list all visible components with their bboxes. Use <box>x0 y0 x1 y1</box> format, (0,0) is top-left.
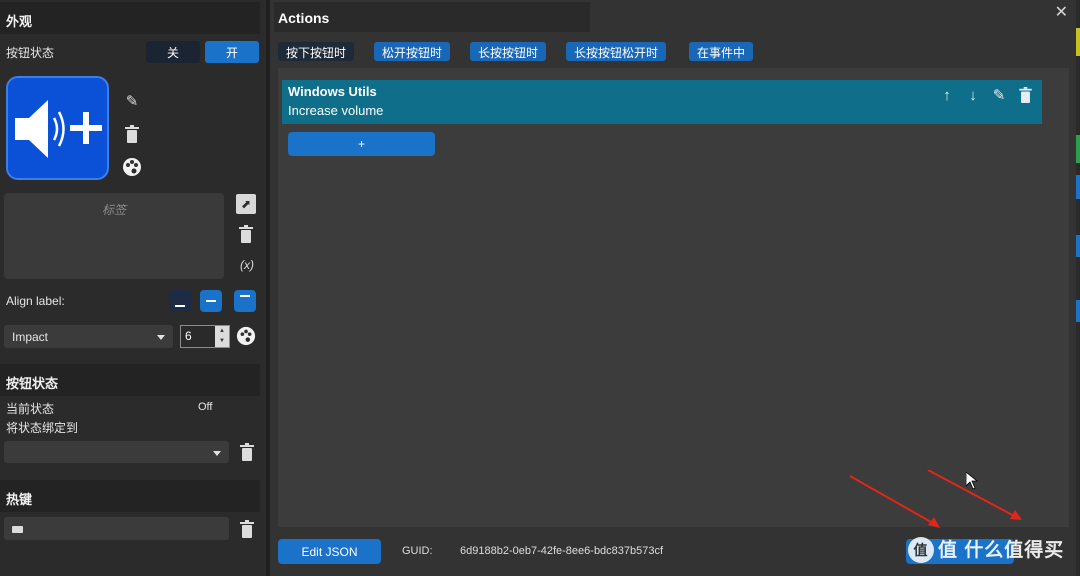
font-size-value: 6 <box>185 329 192 343</box>
align-top-button[interactable] <box>234 290 256 312</box>
tab-key-up[interactable]: 松开按钮时 <box>374 42 451 61</box>
font-select[interactable]: Impact <box>4 325 173 348</box>
trash-icon[interactable] <box>1016 86 1034 104</box>
font-select-value: Impact <box>12 330 49 344</box>
tab-long-press-release[interactable]: 长按按钮松开时 <box>566 42 667 61</box>
chevron-down-icon <box>157 335 165 340</box>
toggle-on-button[interactable]: 开 <box>205 41 259 63</box>
toggle-off-button[interactable]: 关 <box>146 41 200 63</box>
variable-icon[interactable]: (x) <box>234 255 260 275</box>
guid-label: GUID: <box>402 545 433 557</box>
label-textarea[interactable]: 标签 <box>4 193 224 279</box>
right-edge-strip <box>1076 0 1080 576</box>
trash-icon[interactable] <box>122 124 142 144</box>
bind-trash-icon[interactable] <box>237 442 257 462</box>
expand-icon[interactable]: ⬈ <box>236 194 256 214</box>
annotation-arrows <box>849 470 1022 528</box>
hotkey-trash-icon[interactable] <box>237 519 257 539</box>
arrow-down-icon[interactable]: ↓ <box>964 86 982 104</box>
close-icon[interactable]: ✕ <box>1055 2 1068 22</box>
tab-long-press[interactable]: 长按按钮时 <box>470 42 547 61</box>
appearance-header: 外观 <box>0 2 260 34</box>
font-color-icon[interactable] <box>236 326 256 346</box>
align-label-text: Align label: <box>6 294 65 308</box>
actions-list: Windows Utils Increase volume ↑ ↓ ✎ + <box>278 68 1069 527</box>
add-action-button[interactable]: + <box>288 132 435 156</box>
align-bottom-button[interactable] <box>169 290 191 312</box>
app-window: 外观 按钮状态 关 开 ✎ 标签 ⬈ (x) Align label: Impa… <box>0 0 1080 576</box>
tab-key-down[interactable]: 按下按钮时 <box>278 42 355 61</box>
font-size-stepper[interactable]: ▲ ▼ <box>215 326 229 347</box>
button-image-preview[interactable] <box>6 76 109 180</box>
current-state-value: Off <box>198 401 213 413</box>
current-state-label: 当前状态 <box>6 402 55 416</box>
watermark-logo-icon: 值 <box>908 537 934 563</box>
hotkey-input[interactable] <box>4 517 229 540</box>
actions-title: Actions <box>274 2 590 32</box>
bind-state-label: 将状态绑定到 <box>6 421 79 435</box>
state-section-header: 按钮状态 <box>0 364 260 396</box>
action-title: Windows Utils <box>288 84 377 99</box>
hotkey-section-header: 热键 <box>0 480 260 512</box>
font-size-input[interactable]: 6 ▲ ▼ <box>180 325 230 348</box>
action-item[interactable]: Windows Utils Increase volume ↑ ↓ ✎ <box>282 80 1042 124</box>
arrow-up-icon[interactable]: ↑ <box>938 86 956 104</box>
label-placeholder: 标签 <box>101 203 126 217</box>
guid-value: 6d9188b2-0eb7-42fe-8ee6-bdc837b573cf <box>460 545 664 557</box>
edit-icon[interactable]: ✎ <box>990 86 1008 104</box>
properties-panel: 外观 按钮状态 关 开 ✎ 标签 ⬈ (x) Align label: Impa… <box>0 0 266 576</box>
chevron-down-icon <box>213 451 221 456</box>
align-middle-button[interactable] <box>200 290 222 312</box>
tab-on-event[interactable]: 在事件中 <box>689 42 754 61</box>
actions-panel: Actions ✕ 按下按钮时 松开按钮时 长按按钮时 长按按钮松开时 在事件中… <box>270 0 1076 576</box>
watermark: 值 值 什么值得买 <box>908 535 1064 563</box>
palette-icon[interactable] <box>122 157 142 177</box>
bind-state-select[interactable] <box>4 441 229 463</box>
edit-icon[interactable]: ✎ <box>122 91 142 111</box>
volume-up-icon <box>15 100 102 158</box>
action-subtitle: Increase volume <box>288 103 384 118</box>
button-state-label: 按钮状态 <box>6 46 55 60</box>
keyboard-icon <box>12 526 23 534</box>
label-trash-icon[interactable] <box>236 224 256 244</box>
edit-json-button[interactable]: Edit JSON <box>278 539 381 564</box>
